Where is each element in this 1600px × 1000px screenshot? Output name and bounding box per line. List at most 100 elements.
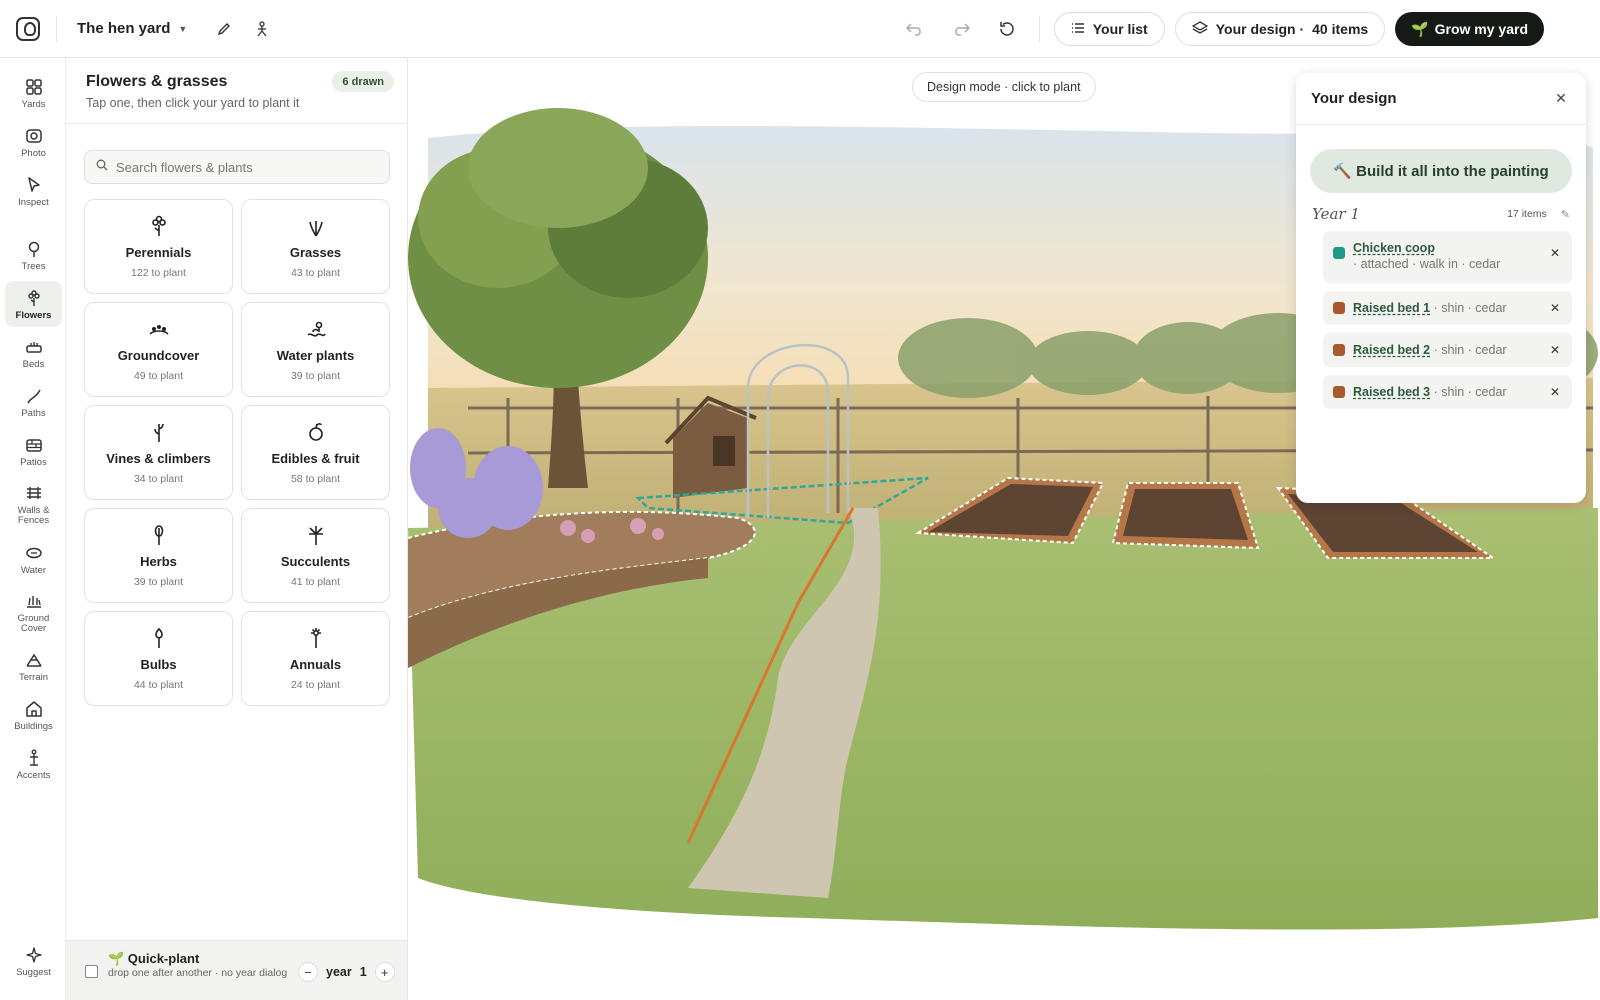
item-name-link[interactable]: Raised bed 2: [1353, 343, 1430, 357]
year-row: Year 1 17 items ✎: [1312, 205, 1570, 223]
rail-item-buildings[interactable]: Buildings: [5, 692, 62, 738]
design-year-label: Year 1: [1312, 205, 1360, 223]
category-name: Water plants: [276, 348, 355, 363]
category-card-vines[interactable]: Vines & climbers 34 to plant: [84, 405, 233, 500]
category-card-groundcover[interactable]: Groundcover 49 to plant: [84, 302, 233, 397]
item-color-swatch: [1333, 386, 1345, 398]
category-count: 39 to plant: [133, 576, 184, 588]
grass-icon: [304, 214, 328, 238]
design-item[interactable]: Raised bed 2 · shin · cedar ✕: [1323, 333, 1572, 367]
remove-icon[interactable]: ✕: [1548, 246, 1562, 260]
design-header: Your design ✕: [1296, 73, 1586, 125]
rail-item-water[interactable]: Water: [5, 536, 62, 582]
category-card-edibles[interactable]: Edibles & fruit 58 to plant: [241, 405, 390, 500]
rail-label: Beds: [22, 358, 45, 370]
rename-pencil-icon[interactable]: [209, 14, 239, 44]
your-design-button[interactable]: Your design · 40 items: [1174, 12, 1386, 46]
rail-label: Walls & Fences: [17, 504, 50, 526]
rail-label: Trees: [21, 260, 46, 272]
design-item[interactable]: Raised bed 1 · shin · cedar ✕: [1323, 291, 1572, 325]
rail-item-flowers[interactable]: Flowers: [5, 281, 62, 327]
item-detail: · attached · walk in · cedar: [1353, 257, 1501, 271]
undo-icon[interactable]: [897, 12, 933, 46]
quick-plant-checkbox[interactable]: [85, 965, 98, 978]
category-count: 41 to plant: [290, 576, 341, 588]
design-title: Your design: [1311, 90, 1397, 107]
remove-icon[interactable]: ✕: [1548, 385, 1562, 399]
grow-my-yard-button[interactable]: 🌱 Grow my yard: [1395, 12, 1544, 46]
quick-plant-subtitle: drop one after another · no year dialog: [108, 967, 288, 979]
raised-bed-2[interactable]: [1111, 482, 1260, 550]
drawn-count-badge: 6 drawn: [332, 71, 394, 92]
item-detail: · shin · cedar: [1433, 301, 1507, 315]
yard-selector[interactable]: The hen yard ▼: [77, 20, 187, 37]
vine-icon: [147, 420, 171, 444]
category-card-bulbs[interactable]: Bulbs 44 to plant: [84, 611, 233, 706]
pond-icon: [24, 543, 44, 563]
category-name: Grasses: [289, 245, 342, 260]
herb-icon: [147, 523, 171, 547]
year-value: 1: [359, 965, 367, 979]
flower-icon: [24, 288, 44, 308]
rail-item-ground-cover[interactable]: Ground Cover: [5, 584, 62, 640]
rail-item-paths[interactable]: Paths: [5, 379, 62, 425]
groundcover-icon: [147, 317, 171, 341]
build-painting-button[interactable]: 🔨 Build it all into the painting: [1310, 149, 1572, 193]
design-item[interactable]: Chicken coop · attached · walk in · ceda…: [1323, 231, 1572, 283]
category-count: 49 to plant: [133, 370, 184, 382]
item-name-link[interactable]: Raised bed 1: [1353, 301, 1430, 315]
rail-label: Accents: [16, 769, 51, 781]
rail-item-yards[interactable]: Yards: [5, 70, 62, 116]
rail-item-trees[interactable]: Trees: [5, 232, 62, 278]
category-card-succulents[interactable]: Succulents 41 to plant: [241, 508, 390, 603]
category-count: 34 to plant: [133, 473, 184, 485]
path-icon: [24, 386, 44, 406]
your-list-label: Your list: [1092, 21, 1148, 37]
year-increment-button[interactable]: +: [374, 962, 395, 982]
close-icon[interactable]: ✕: [1551, 90, 1571, 107]
reset-icon[interactable]: [989, 12, 1025, 46]
rail-item-inspect[interactable]: Inspect: [5, 168, 62, 214]
lamp-post-icon: [24, 748, 44, 768]
category-grid: Perennials 122 to plant Grasses 43 to pl…: [84, 199, 390, 706]
rail-label: Buildings: [14, 720, 53, 732]
rail-item-walls-fences[interactable]: Walls & Fences: [5, 476, 62, 532]
design-panel: Your design ✕ 🔨 Build it all into the pa…: [1296, 73, 1586, 503]
person-walk-icon[interactable]: [247, 14, 277, 44]
year-decrement-button[interactable]: −: [298, 962, 318, 982]
category-card-annuals[interactable]: Annuals 24 to plant: [241, 611, 390, 706]
rail-item-photo[interactable]: Photo: [5, 119, 62, 165]
design-item[interactable]: Raised bed 3 · shin · cedar ✕: [1323, 375, 1572, 409]
bulb-icon: [147, 626, 171, 650]
category-card-grasses[interactable]: Grasses 43 to plant: [241, 199, 390, 294]
item-name-link[interactable]: Raised bed 3: [1353, 385, 1430, 399]
rail-item-patios[interactable]: Patios: [5, 428, 62, 474]
fruit-icon: [304, 420, 328, 444]
category-card-perennials[interactable]: Perennials 122 to plant: [84, 199, 233, 294]
category-card-herbs[interactable]: Herbs 39 to plant: [84, 508, 233, 603]
quick-plant-bar: 🌱 Quick-plant drop one after another · n…: [66, 940, 407, 1000]
ground-cover-icon: [24, 591, 44, 611]
category-card-water-plants[interactable]: Water plants 39 to plant: [241, 302, 390, 397]
item-name-link[interactable]: Chicken coop: [1353, 241, 1435, 255]
rail-item-beds[interactable]: Beds: [5, 330, 62, 376]
year-stepper: − year 1 +: [298, 962, 395, 982]
redo-icon[interactable]: [943, 12, 979, 46]
app-logo-icon[interactable]: [16, 16, 40, 41]
edit-pencil-icon[interactable]: ✎: [1561, 208, 1570, 221]
panel-subtitle: Tap one, then click your yard to plant i…: [86, 96, 300, 110]
camera-icon: [24, 126, 44, 146]
panel-title: Flowers & grasses: [86, 73, 228, 90]
category-count: 58 to plant: [290, 473, 341, 485]
remove-icon[interactable]: ✕: [1548, 343, 1562, 357]
your-list-button[interactable]: Your list: [1053, 12, 1165, 46]
search-box[interactable]: [84, 150, 390, 184]
rail-item-terrain[interactable]: Terrain: [5, 643, 62, 689]
search-input[interactable]: [116, 159, 376, 175]
suggest-button[interactable]: Suggest: [5, 938, 62, 984]
rail-item-accents[interactable]: Accents: [5, 741, 62, 787]
category-count: 43 to plant: [290, 267, 341, 279]
grid-icon: [24, 77, 44, 97]
item-color-swatch: [1333, 302, 1345, 314]
remove-icon[interactable]: ✕: [1548, 301, 1562, 315]
